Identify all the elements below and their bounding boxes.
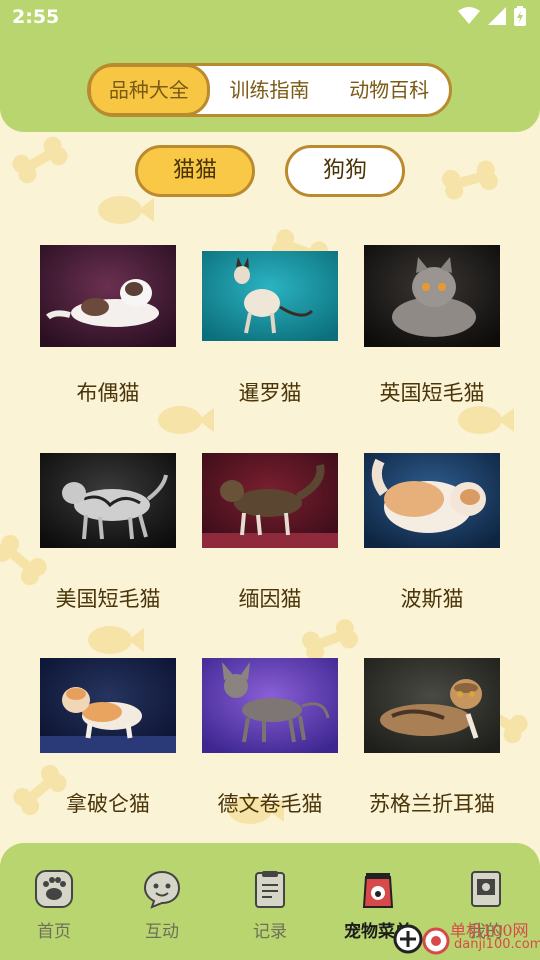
breed-photo	[202, 658, 338, 753]
record-icon	[250, 869, 290, 909]
breed-card-maine-coon[interactable]: 缅因猫	[189, 453, 351, 623]
breed-name: 德文卷毛猫	[217, 792, 323, 816]
chat-face-icon	[142, 869, 182, 909]
nav-home[interactable]: 首页	[0, 869, 108, 942]
wifi-icon	[458, 7, 480, 24]
status-bar: 2:55	[0, 0, 540, 36]
category-dogs-button[interactable]: 狗狗	[285, 145, 405, 197]
nav-records-label: 记录	[253, 922, 287, 942]
breed-photo	[202, 453, 338, 548]
breed-name: 波斯猫	[400, 587, 464, 611]
category-cats-button[interactable]: 猫猫	[135, 145, 255, 197]
tab-breeds[interactable]: 品种大全	[88, 64, 210, 116]
breed-name: 缅因猫	[238, 587, 302, 611]
nav-records[interactable]: 记录	[216, 869, 324, 942]
breed-photo	[40, 658, 176, 753]
section-tabs: 品种大全 训练指南 动物百科	[87, 63, 452, 117]
watermark-logo-icon	[393, 924, 450, 955]
signal-icon	[488, 7, 506, 25]
breed-card-devon-rex[interactable]: 德文卷毛猫	[189, 658, 351, 828]
breed-name: 布偶猫	[76, 381, 140, 405]
breed-card-british-shorthair[interactable]: 英国短毛猫	[351, 245, 513, 415]
breed-photo	[364, 245, 500, 347]
status-icons	[458, 6, 526, 26]
breed-photo	[40, 453, 176, 548]
breed-name: 美国短毛猫	[55, 587, 161, 611]
paw-icon	[34, 869, 74, 909]
breed-photo	[364, 453, 500, 548]
breed-name: 苏格兰折耳猫	[369, 792, 495, 816]
nav-home-label: 首页	[37, 922, 71, 942]
breed-name: 英国短毛猫	[379, 381, 485, 405]
nav-interact-label: 互动	[145, 922, 179, 942]
breed-name: 暹罗猫	[238, 381, 302, 405]
breed-photo	[40, 245, 176, 347]
breed-photo	[364, 658, 500, 753]
nav-interact[interactable]: 互动	[108, 869, 216, 942]
breed-card-napoleon[interactable]: 拿破仑猫	[27, 658, 189, 828]
tab-animal-encyclopedia[interactable]: 动物百科	[329, 66, 449, 114]
watermark: 单机100网 danji100.com	[392, 915, 540, 960]
breed-name: 拿破仑猫	[66, 792, 150, 816]
breed-photo	[202, 251, 338, 341]
breed-card-siamese[interactable]: 暹罗猫	[189, 245, 351, 415]
pet-food-bag-icon	[358, 869, 398, 909]
breed-card-american-shorthair[interactable]: 美国短毛猫	[27, 453, 189, 623]
breed-card-scottish-fold[interactable]: 苏格兰折耳猫	[351, 658, 513, 828]
tab-training-guide[interactable]: 训练指南	[210, 66, 330, 114]
watermark-url: danji100.com	[454, 937, 540, 952]
header: 2:55 品种大全 训练指南 动物百科	[0, 0, 540, 132]
profile-icon	[466, 869, 506, 909]
breed-card-ragdoll[interactable]: 布偶猫	[27, 245, 189, 415]
battery-icon	[514, 6, 526, 26]
status-time: 2:55	[12, 6, 60, 28]
breed-card-persian[interactable]: 波斯猫	[351, 453, 513, 623]
